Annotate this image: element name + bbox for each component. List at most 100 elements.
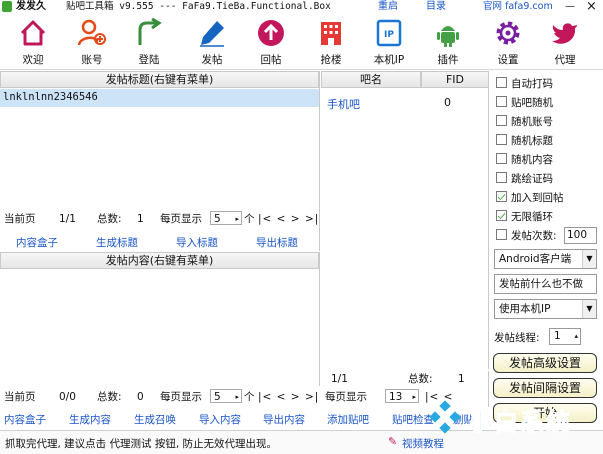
start-button[interactable]: 开始: [493, 403, 597, 423]
app-name: 发发久: [16, 1, 46, 12]
title-row-selected[interactable]: lnklnlnn2346546: [0, 89, 319, 107]
title-bar: 发发久 贴吧工具箱 v9.555 --- FaFa9.TieBa.Functio…: [0, 0, 603, 14]
restart-link[interactable]: 重启: [378, 0, 398, 13]
upload-icon: [258, 20, 284, 46]
content-box-link[interactable]: 内容盒子: [4, 412, 46, 427]
ip-select-value: 使用本机IP: [499, 303, 551, 315]
toolbar-label: 登陆: [138, 54, 160, 66]
toolbar-post-button[interactable]: 发帖: [189, 14, 235, 70]
checkbox-box: [496, 172, 507, 183]
pager-nav-buttons[interactable]: |< < > >|: [258, 212, 319, 226]
per-page-spinner[interactable]: 13 ▸: [385, 389, 419, 403]
ip-select[interactable]: 使用本机IP ▼: [494, 299, 597, 319]
toolbar-welcome-button[interactable]: 欢迎: [10, 14, 56, 70]
toolbar-plugin-button[interactable]: 插件: [425, 14, 471, 70]
toolbar-label: 本机IP: [373, 54, 405, 66]
delete-post-link[interactable]: 删贴: [453, 412, 474, 427]
add-bar-link[interactable]: 添加贴吧: [327, 412, 369, 427]
svg-text:IP: IP: [384, 30, 394, 40]
home-icon: [20, 20, 46, 46]
pager-current-label: 当前页: [4, 213, 36, 225]
bar-name-column-header: 吧名: [321, 71, 421, 88]
video-tutorial-link[interactable]: 视频教程: [402, 436, 444, 451]
checkbox-label: 跳绘证码: [511, 173, 553, 185]
android-icon: [437, 26, 459, 47]
toolbar-proxy-button[interactable]: 代理: [542, 14, 588, 70]
pager-per-page-label: 每页显示: [160, 391, 202, 403]
infinite-loop-checkbox[interactable]: 无限循环: [494, 207, 594, 225]
pager-page-value: 1/1: [59, 213, 76, 225]
per-page-spinner[interactable]: 5 ▸: [210, 389, 242, 403]
toolbar-label: 回帖: [260, 54, 282, 66]
chevron-down-icon: ▼: [582, 300, 596, 318]
pager-current-label: 当前页: [4, 391, 36, 403]
pager-per-page-label: 每页显示: [160, 213, 202, 225]
pager-total-value: 1: [137, 213, 144, 225]
auto-captcha-checkbox[interactable]: 自动打码: [494, 74, 594, 92]
thread-spinner[interactable]: 1 ▴: [549, 328, 581, 345]
random-bar-checkbox[interactable]: 贴吧随机: [494, 93, 594, 111]
interval-settings-button[interactable]: 发帖间隔设置: [493, 378, 597, 398]
random-title-checkbox[interactable]: 随机标题: [494, 131, 594, 149]
random-account-checkbox[interactable]: 随机账号: [494, 112, 594, 130]
generate-content-link[interactable]: 生成内容: [69, 412, 111, 427]
bird-icon: [552, 23, 577, 44]
pager-nav-buttons[interactable]: |< < > >|: [258, 390, 319, 404]
website-link[interactable]: 官网 fafa9.com: [483, 0, 553, 13]
per-page-value: 13: [389, 391, 403, 403]
before-post-select[interactable]: 发帖前什么也不做: [494, 274, 597, 294]
checkbox-box-checked: [496, 191, 507, 202]
title-panel-header: 发帖标题(右键有菜单): [0, 71, 319, 88]
export-content-link[interactable]: 导出内容: [263, 412, 305, 427]
close-button[interactable]: ×: [586, 0, 597, 13]
minimize-button[interactable]: —: [565, 0, 575, 13]
checkbox-label: 自动打码: [511, 78, 553, 90]
checkbox-label: 发帖次数:: [511, 230, 557, 242]
import-content-link[interactable]: 导入内容: [199, 412, 241, 427]
import-title-link[interactable]: 导入标题: [176, 235, 218, 250]
toolbar-login-button[interactable]: 登陆: [126, 14, 172, 70]
generate-summon-link[interactable]: 生成召唤: [134, 412, 176, 427]
per-page-spinner[interactable]: 5 ▸: [210, 211, 242, 225]
content-links: 内容盒子 生成内容 生成召唤 导入内容 导出内容: [0, 412, 320, 427]
skip-captcha-checkbox[interactable]: 跳绘证码: [494, 169, 594, 187]
pager-total-value: 0: [137, 391, 144, 403]
pager-page-value: 0/0: [59, 391, 76, 403]
toolbar-reply-button[interactable]: 回帖: [248, 14, 294, 70]
spinner-arrow-icon: ▸: [235, 215, 239, 223]
toolbar-label: 欢迎: [22, 54, 44, 66]
export-title-link[interactable]: 导出标题: [256, 235, 298, 250]
toolbar-label: 代理: [554, 54, 576, 66]
toolbar-label: 设置: [497, 54, 519, 66]
toolbar-account-button[interactable]: 账号: [69, 14, 115, 70]
checkbox-label: 加入到回帖: [511, 192, 564, 204]
checkbox-label: 随机账号: [511, 116, 553, 128]
add-to-reply-checkbox[interactable]: 加入到回帖: [494, 188, 594, 206]
random-content-checkbox[interactable]: 随机内容: [494, 150, 594, 168]
check-bar-link[interactable]: 贴吧检查: [392, 412, 434, 427]
advanced-settings-button[interactable]: 发帖高级设置: [493, 353, 597, 373]
bar-row-name: 手机吧: [327, 98, 360, 111]
title-row-text: lnklnlnn2346546: [3, 91, 98, 103]
content-box-link[interactable]: 内容盒子: [16, 235, 58, 250]
ip-icon: IP: [376, 19, 402, 47]
post-count-input[interactable]: 100: [564, 227, 597, 244]
title-links: 内容盒子 生成标题 导入标题 导出标题: [0, 235, 320, 250]
generate-title-link[interactable]: 生成标题: [96, 235, 138, 250]
building-icon: [321, 22, 341, 45]
toolbar-settings-button[interactable]: 设置: [485, 14, 531, 70]
content-panel-header: 发帖内容(右键有菜单): [0, 252, 319, 269]
per-page-value: 5: [214, 391, 221, 403]
checkbox-label: 随机内容: [511, 154, 553, 166]
toolbar-local-ip-button[interactable]: IP 本机IP: [366, 14, 412, 70]
toolbar-label: 账号: [81, 54, 103, 66]
checkbox-label: 随机标题: [511, 135, 553, 147]
pager-nav-buttons[interactable]: |< <: [425, 390, 453, 404]
bar-row[interactable]: 手机吧 0: [321, 95, 489, 111]
fid-column-header: FID: [421, 71, 489, 88]
directory-link[interactable]: 目录: [426, 0, 446, 13]
toolbar-grab-floor-button[interactable]: 抢楼: [308, 14, 354, 70]
client-select[interactable]: Android客户端 ▼: [494, 249, 597, 269]
toolbar-label: 抢楼: [320, 54, 342, 66]
bar-row-fid: 0: [444, 96, 451, 109]
